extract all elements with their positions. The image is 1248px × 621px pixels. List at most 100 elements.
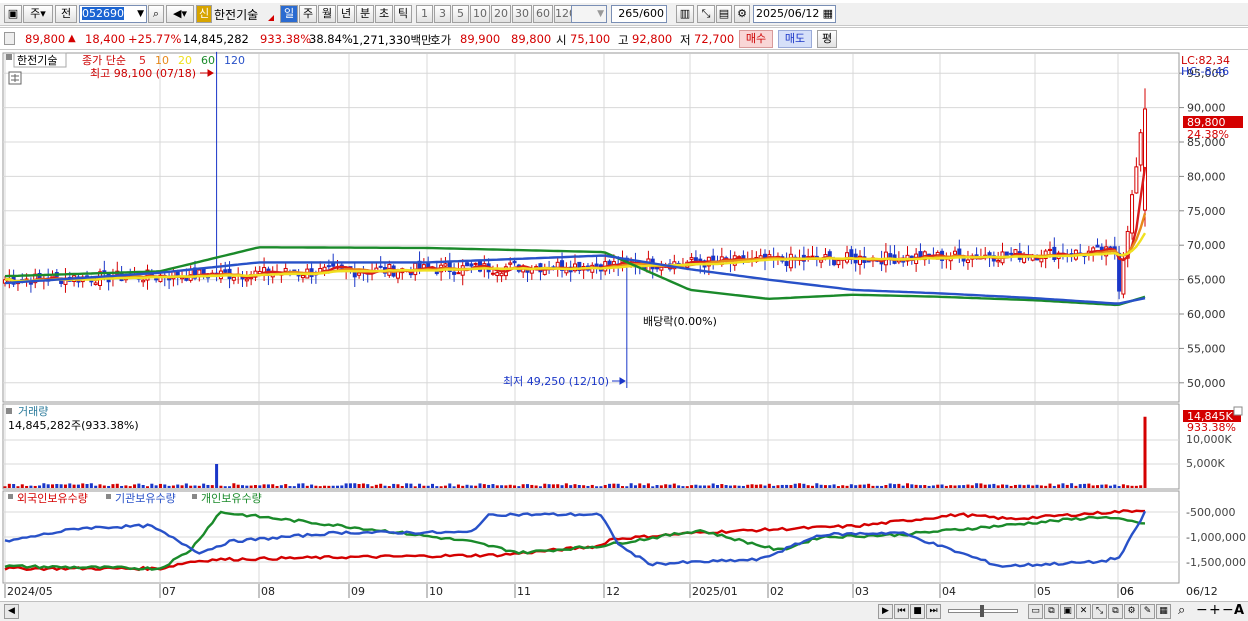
- high-note: 최고 98,100 (07/18): [90, 67, 196, 80]
- draw-tool-icon[interactable]: ⤡: [697, 5, 715, 23]
- code-input[interactable]: 052690 ▼: [79, 5, 147, 23]
- overlay-icon[interactable]: ▣: [1060, 604, 1075, 619]
- up-arrow-icon: ▲: [68, 33, 76, 44]
- period-button[interactable]: 월: [318, 5, 336, 23]
- zoom-in-icon[interactable]: +: [1209, 602, 1221, 618]
- holdings-legend-label: 기관보유수량: [115, 492, 176, 505]
- volume-bar: [823, 485, 827, 488]
- volume-bar: [141, 484, 145, 488]
- interval-button[interactable]: 10: [470, 5, 490, 23]
- stock-name-tab-label: 한전기술: [17, 54, 57, 67]
- volume-bar: [63, 484, 67, 488]
- volume-bar: [1083, 483, 1087, 488]
- volume-bar: [741, 485, 745, 488]
- buy-button[interactable]: 매수: [739, 30, 773, 48]
- reset-zoom-icon[interactable]: −: [1222, 602, 1234, 618]
- pin-icon[interactable]: [4, 32, 15, 45]
- save-icon[interactable]: ▤: [716, 5, 732, 23]
- rewind-icon[interactable]: ⏮: [894, 604, 909, 619]
- x-tick-label: 12: [606, 585, 620, 598]
- interval-button[interactable]: 5: [452, 5, 469, 23]
- settings-icon[interactable]: ⚙: [1124, 604, 1139, 619]
- volume-bar: [461, 485, 465, 488]
- chevron-down-icon[interactable]: ▼: [137, 6, 144, 22]
- scroll-right-icon[interactable]: ▶: [878, 604, 893, 619]
- interval-button[interactable]: 30: [512, 5, 532, 23]
- sell-button[interactable]: 매도: [778, 30, 812, 48]
- interval-button[interactable]: 20: [491, 5, 511, 23]
- crosshair-icon[interactable]: ✕: [1076, 604, 1091, 619]
- gear-icon[interactable]: ⚙: [734, 5, 750, 23]
- period-button[interactable]: 주: [299, 5, 317, 23]
- forward-icon[interactable]: ⏭: [926, 604, 941, 619]
- interval-button[interactable]: 1: [416, 5, 433, 23]
- period-button[interactable]: 분: [356, 5, 374, 23]
- interval-custom-select[interactable]: ▼: [571, 5, 607, 23]
- volume-bar: [59, 484, 63, 488]
- chart-type-icon[interactable]: ▭: [1028, 604, 1043, 619]
- stock-chart-svg[interactable]: 50,000 55,000 60,000 65,000 70,000 75,000 80,0…: [0, 51, 1248, 601]
- candle-body: [508, 262, 513, 265]
- count-field[interactable]: 265/600: [611, 5, 667, 23]
- prev-button[interactable]: 전: [55, 5, 77, 23]
- volume-bar: [379, 483, 383, 488]
- volume-bar: [279, 485, 283, 488]
- trend-icon[interactable]: ⤡: [1092, 604, 1107, 619]
- table-view-icon[interactable]: ▦: [1156, 604, 1171, 619]
- candle-body: [1130, 194, 1135, 234]
- volume-bar: [348, 483, 352, 488]
- volume-bar: [25, 485, 29, 488]
- candle-body: [141, 279, 146, 283]
- window-icon[interactable]: ▣: [4, 5, 22, 23]
- date-field[interactable]: 2025/06/12 ▦: [753, 5, 836, 23]
- volume-bar: [646, 483, 650, 488]
- eval-button[interactable]: 평: [817, 30, 837, 48]
- ma-legend-item: 120: [224, 54, 245, 67]
- period-button[interactable]: 초: [375, 5, 393, 23]
- period-button[interactable]: 년: [337, 5, 355, 23]
- stop-icon[interactable]: ■: [910, 604, 925, 619]
- interval-button[interactable]: 3: [434, 5, 451, 23]
- amount: 1,271,330백만: [352, 33, 432, 47]
- volume-bar: [50, 484, 55, 488]
- period-button[interactable]: 일: [280, 5, 298, 23]
- volume-bar: [435, 486, 439, 488]
- compare-icon[interactable]: ⧉: [1108, 604, 1123, 619]
- open-label: 시: [556, 33, 567, 47]
- volume-bar: [310, 484, 314, 488]
- last-pct-tag: 24.38%: [1187, 128, 1229, 141]
- volume-bar: [832, 484, 836, 488]
- panel-marker-icon: [6, 408, 12, 414]
- volume-bar: [556, 484, 560, 488]
- ma-label: 종가 단순: [82, 54, 126, 67]
- period-button[interactable]: 틱: [394, 5, 412, 23]
- volume-bar: [1065, 484, 1069, 488]
- interval-button[interactable]: 60: [533, 5, 553, 23]
- volume-bar: [918, 485, 922, 488]
- search-icon[interactable]: ⌕: [148, 5, 164, 23]
- type-select[interactable]: 주▾: [23, 5, 53, 23]
- zoom-out-icon[interactable]: −: [1196, 602, 1208, 618]
- volume-bar: [793, 483, 797, 488]
- panel-close-icon[interactable]: [1233, 406, 1243, 416]
- zoom-slider-thumb[interactable]: [980, 605, 984, 617]
- volume-bar: [89, 483, 93, 488]
- legend-marker-icon: [192, 494, 197, 499]
- chart-scrollbar[interactable]: ◀ ▶ ⏮ ■ ⏭ ▭ ⧉ ▣ ✕ ⤡ ⧉ ⚙ ✎ ▦ ⌕ − + − A: [0, 601, 1248, 621]
- volume-bar: [271, 484, 275, 488]
- speaker-icon[interactable]: ◀▾: [166, 5, 194, 23]
- pen-icon[interactable]: ✎: [1140, 604, 1155, 619]
- font-size-icon[interactable]: A: [1234, 603, 1244, 618]
- type-label: 주: [30, 7, 41, 20]
- copy-icon[interactable]: ⧉: [1044, 604, 1059, 619]
- calendar-icon[interactable]: ▦: [823, 6, 833, 22]
- magnifier-icon[interactable]: ⌕: [1178, 603, 1185, 618]
- volume-bar: [690, 485, 694, 488]
- volume-bar: [120, 485, 124, 488]
- volume-bar: [42, 483, 46, 488]
- volume-bar: [966, 484, 970, 488]
- candle-icon[interactable]: ▥: [676, 5, 694, 23]
- high: 92,800: [632, 32, 673, 46]
- scroll-left-icon[interactable]: ◀: [4, 604, 19, 619]
- chart-area[interactable]: 50,000 55,000 60,000 65,000 70,000 75,000 80,0…: [0, 51, 1248, 601]
